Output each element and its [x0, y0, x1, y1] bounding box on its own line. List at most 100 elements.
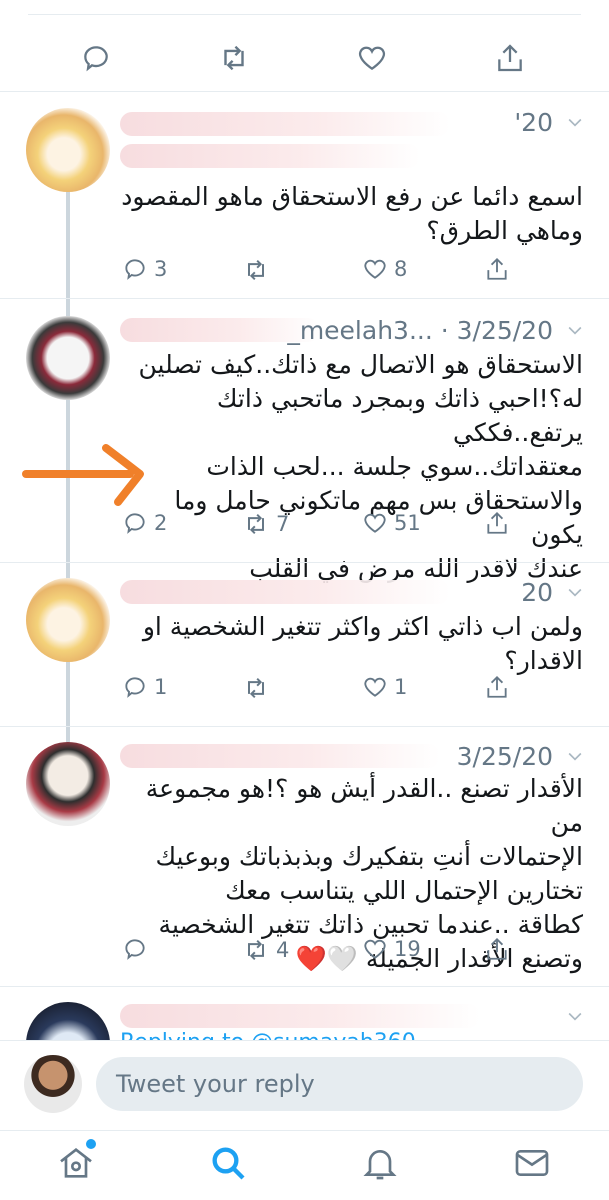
divider: [0, 298, 609, 299]
tweet-meta: 3/25/20: [456, 742, 553, 771]
tweet-text-line: الاستحقاق هو الاتصال مع ذاتك..كيف تصلين: [138, 350, 583, 379]
reply-count: 3: [154, 257, 168, 281]
tweet-actions: 3 8: [110, 256, 549, 296]
like-count: 1: [394, 675, 408, 699]
tweet-text: الاستحقاق هو الاتصال مع ذاتك..كيف تصلين …: [120, 348, 583, 586]
avatar[interactable]: [26, 578, 110, 662]
tweet-text-line: الإحتمالات أنتِ بتفكيرك وبذبذباتك وبوعيك: [155, 842, 583, 871]
retweet-button[interactable]: [242, 674, 276, 702]
like-count: 19: [394, 937, 421, 961]
reply-tweet-5[interactable]: Replying to @sumayah360: [0, 998, 609, 1042]
divider: [0, 726, 609, 727]
avatar[interactable]: [26, 316, 110, 400]
like-icon: [364, 939, 386, 959]
like-count: 8: [394, 257, 408, 281]
like-count: 51: [394, 511, 421, 535]
reply-button[interactable]: 3: [122, 256, 167, 282]
share-button[interactable]: [484, 510, 510, 536]
reply-button[interactable]: 1: [122, 674, 167, 700]
retweet-count: 4: [276, 938, 290, 962]
redaction-scribble: [120, 112, 450, 136]
share-button[interactable]: [484, 936, 510, 962]
divider: [28, 14, 581, 15]
tweet-text-line: وماهي الطرق؟: [426, 216, 583, 245]
chevron-down-icon[interactable]: [565, 112, 585, 132]
tweet-meta: _meelah3... · 3/25/20: [287, 316, 553, 345]
reply-button[interactable]: 2: [122, 510, 167, 536]
tweet-actions: 1 1: [110, 674, 549, 714]
reply-tweet-3[interactable]: 20 ولمن اب ذاتي اكثر واكثر تتغير الشخصية…: [0, 574, 609, 724]
bottom-tab-bar: [0, 1130, 609, 1200]
chevron-down-icon[interactable]: [565, 746, 585, 766]
avatar[interactable]: [26, 742, 110, 826]
retweet-icon[interactable]: [216, 40, 252, 76]
search-icon[interactable]: [208, 1143, 248, 1183]
avatar[interactable]: [26, 1002, 110, 1042]
notifications-icon[interactable]: [360, 1143, 400, 1183]
retweet-icon: [248, 513, 264, 535]
reply-icon: [125, 677, 145, 698]
share-icon: [487, 937, 507, 960]
reply-tweet-2[interactable]: _meelah3... · 3/25/20 الاستحقاق هو الاتص…: [0, 312, 609, 583]
chevron-down-icon[interactable]: [565, 582, 585, 602]
reply-icon: [125, 939, 145, 960]
reply-tweet-4[interactable]: 3/25/20 الأقدار تصنع ..القدر أيش هو ؟!هو…: [0, 738, 609, 982]
tweet-text-line: ولمن اب ذاتي اكثر واكثر تتغير الشخصية او: [142, 612, 583, 641]
my-avatar[interactable]: [24, 1055, 82, 1113]
annotation-arrow-icon: [22, 444, 144, 506]
avatar[interactable]: [26, 108, 110, 192]
reply-button[interactable]: [122, 936, 154, 962]
like-button[interactable]: 19: [362, 936, 421, 962]
share-icon: [487, 511, 507, 534]
tweet-text-line: معتقداتك..سوي جلسة ...لحب الذات: [206, 452, 583, 481]
tweet-text: اسمع دائما عن رفع الاستحقاق ماهو المقصود…: [120, 180, 583, 248]
divider: [0, 562, 609, 563]
tweet-text-line: اسمع دائما عن رفع الاستحقاق ماهو المقصود: [121, 182, 583, 211]
reply-count: 1: [154, 675, 168, 699]
like-button[interactable]: 1: [362, 674, 407, 700]
tweet-actions: 4 19: [110, 936, 549, 976]
retweet-icon: [248, 259, 264, 281]
chevron-down-icon[interactable]: [565, 1006, 585, 1026]
redaction-scribble: [120, 144, 420, 168]
share-button[interactable]: [484, 256, 510, 282]
like-icon: [364, 513, 386, 533]
retweet-icon: [248, 677, 264, 699]
share-icon: [487, 257, 507, 280]
home-icon[interactable]: [56, 1143, 96, 1183]
like-icon: [364, 677, 386, 697]
redaction-scribble: [120, 580, 450, 604]
retweet-button[interactable]: 7: [242, 510, 289, 538]
reply-count: 2: [154, 511, 168, 535]
reply-tweet-1[interactable]: '20 اسمع دائما عن رفع الاستحقاق ماهو الم…: [0, 104, 609, 304]
redaction-scribble: [120, 744, 440, 768]
like-button[interactable]: 51: [362, 510, 421, 536]
parent-tweet-actions: [0, 0, 609, 92]
reply-icon: [125, 513, 145, 534]
share-icon: [487, 675, 507, 698]
reply-icon: [125, 259, 145, 280]
tweet-meta: 20: [521, 578, 553, 607]
notification-dot: [86, 1139, 96, 1149]
retweet-icon: [248, 939, 264, 961]
share-button[interactable]: [484, 674, 510, 700]
tweet-text: ولمن اب ذاتي اكثر واكثر تتغير الشخصية او…: [120, 610, 583, 678]
like-icon: [364, 259, 386, 279]
retweet-button[interactable]: 4: [242, 936, 289, 964]
tweet-reply-input[interactable]: Tweet your reply: [96, 1057, 583, 1111]
tweet-text-line: له؟!احبي ذاتك وبمجرد ماتحبي ذاتك يرتفع..…: [216, 384, 583, 447]
reply-icon[interactable]: [78, 40, 114, 76]
chevron-down-icon[interactable]: [565, 320, 585, 340]
like-icon[interactable]: [354, 40, 390, 76]
tweet-actions: 2 7 51: [110, 510, 549, 550]
retweet-count: 7: [276, 512, 290, 536]
tweet-text-line: الاقدار؟: [504, 646, 583, 675]
retweet-button[interactable]: [242, 256, 276, 284]
messages-icon[interactable]: [512, 1143, 552, 1183]
tweet-text-line: الأقدار تصنع ..القدر أيش هو ؟!هو مجموعة …: [145, 774, 583, 837]
reply-composer: Tweet your reply: [0, 1040, 609, 1130]
tweet-text-line: تختارين الإحتمال اللي يتناسب معك: [225, 876, 583, 905]
share-icon[interactable]: [492, 40, 528, 76]
like-button[interactable]: 8: [362, 256, 407, 282]
tweet-meta: '20: [514, 108, 553, 137]
